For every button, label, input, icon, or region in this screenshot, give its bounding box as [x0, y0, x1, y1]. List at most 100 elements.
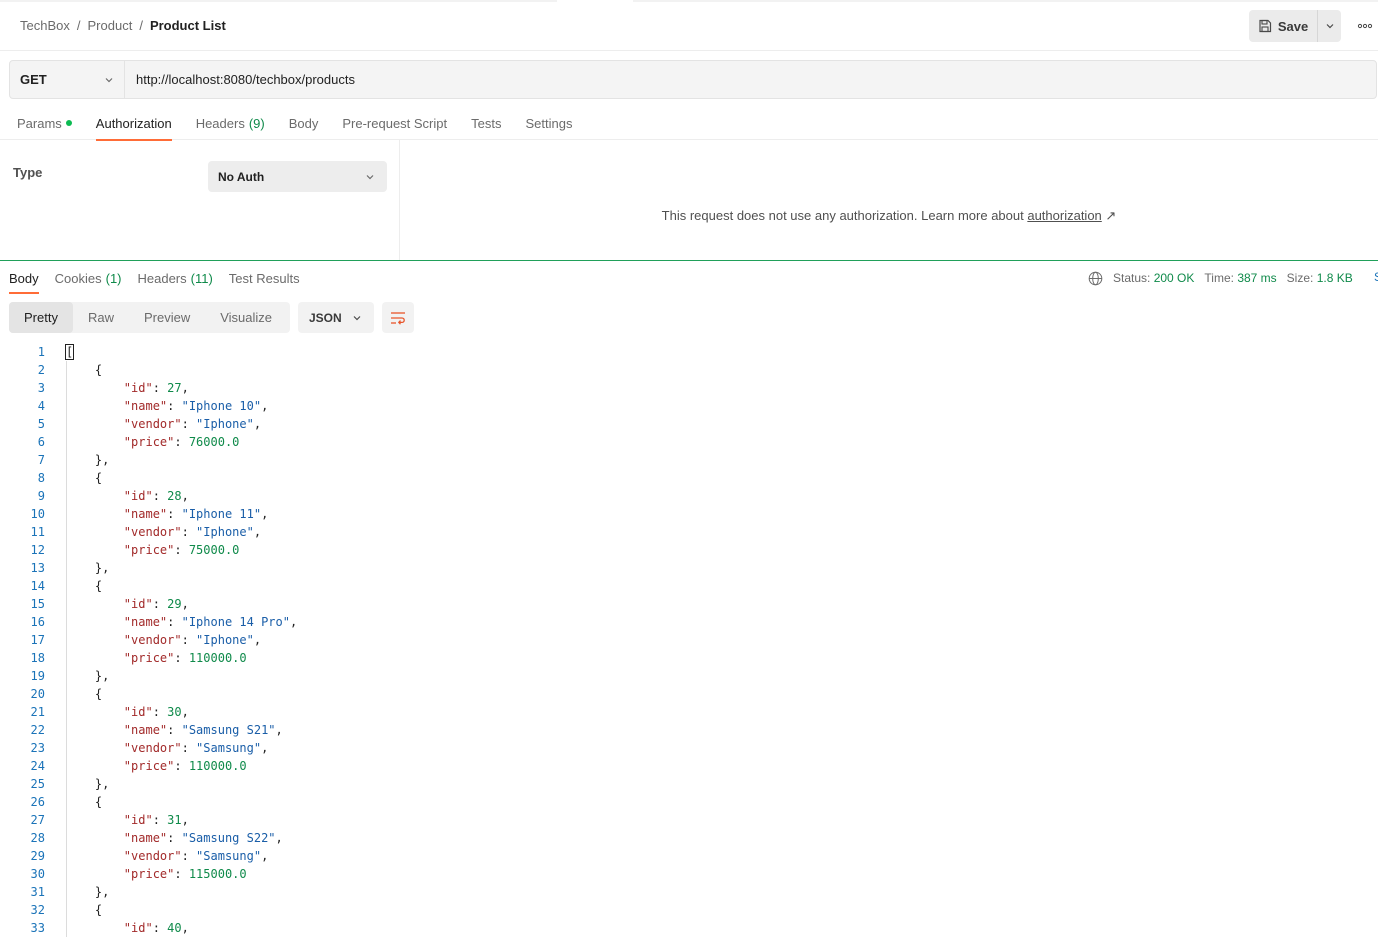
code-line: 7 }, [0, 451, 1378, 469]
tab-tests[interactable]: Tests [471, 106, 501, 140]
json-punctuation: , [253, 417, 262, 431]
active-tab-edge [557, 0, 633, 2]
line-number: 32 [30, 903, 45, 917]
code-line: 26 { [0, 793, 1378, 811]
json-key: "name" [123, 831, 168, 845]
response-body-viewer[interactable]: 1[2 {3 "id": 27, 4 "name": "Iphone 10", 5 … [0, 343, 1378, 947]
json-key: "id" [123, 381, 153, 395]
line-number: 14 [30, 579, 45, 593]
json-number: 28 [167, 489, 182, 503]
json-punctuation: , [181, 597, 189, 611]
time-value: 387 ms [1237, 271, 1277, 285]
code-text: }, [66, 451, 109, 469]
breadcrumb-collection[interactable]: Product [88, 18, 133, 33]
json-punctuation [66, 723, 124, 737]
line-number: 30 [30, 867, 45, 881]
code-line: 22 "name": "Samsung S21", [0, 721, 1378, 739]
code-line: 20 { [0, 685, 1378, 703]
time-info[interactable]: Time: 387 ms [1204, 271, 1276, 285]
line-number: 16 [30, 615, 45, 629]
tab-authorization-label: Authorization [95, 115, 172, 131]
code-text: }, [66, 775, 109, 793]
json-punctuation [66, 759, 124, 773]
format-select[interactable]: JSON [298, 302, 374, 333]
json-punctuation: : [167, 399, 182, 413]
response-tab-cookies[interactable]: Cookies (1) [55, 262, 122, 294]
json-number: 110000.0 [188, 651, 247, 665]
line-number: 21 [30, 705, 45, 719]
code-lines: 1[2 {3 "id": 27, 4 "name": "Iphone 10", 5 … [0, 343, 1378, 937]
auth-info-message: This request does not use any authorizat… [400, 208, 1378, 224]
globe-icon[interactable] [1088, 271, 1103, 286]
json-punctuation: , [275, 831, 283, 845]
breadcrumb-request-name[interactable]: Product List [150, 18, 226, 33]
status-info[interactable]: Status: 200 OK [1113, 271, 1194, 285]
json-punctuation: : [167, 723, 182, 737]
code-text: "price": 76000.0 [66, 433, 240, 451]
json-punctuation: , [275, 723, 283, 737]
tab-body[interactable]: Body [289, 106, 319, 140]
json-key: "price" [123, 867, 175, 881]
view-visualize-button[interactable]: Visualize [205, 302, 287, 333]
code-line: 27 "id": 31, [0, 811, 1378, 829]
code-text: "name": "Iphone 14 Pro", [66, 613, 297, 631]
tab-body-label: Body [288, 115, 319, 131]
request-url-bar: GET [9, 60, 1377, 99]
json-punctuation: : [152, 705, 168, 719]
wrap-lines-button[interactable] [382, 302, 414, 333]
line-number: 12 [30, 543, 45, 557]
save-options-button[interactable] [1317, 10, 1341, 42]
view-preview-button[interactable]: Preview [129, 302, 205, 333]
json-number: 31 [167, 813, 182, 827]
tab-settings[interactable]: Settings [525, 106, 572, 140]
tab-headers[interactable]: Headers (9) [196, 106, 265, 140]
breadcrumb-workspace[interactable]: TechBox [20, 18, 70, 33]
line-number: 20 [30, 687, 45, 701]
json-punctuation [66, 543, 124, 557]
line-number: 11 [30, 525, 45, 539]
tab-headers-count: (9) [248, 115, 265, 131]
method-select[interactable]: GET [10, 61, 125, 98]
tab-pre-request-script[interactable]: Pre-request Script [342, 106, 447, 140]
tab-authorization[interactable]: Authorization [95, 106, 172, 141]
json-punctuation: : [152, 813, 168, 827]
code-line: 29 "vendor": "Samsung", [0, 847, 1378, 865]
auth-type-value: No Auth [218, 169, 265, 184]
json-punctuation: : [152, 921, 168, 935]
code-line: 11 "vendor": "Iphone", [0, 523, 1378, 541]
code-text: "price": 110000.0 [66, 649, 247, 667]
save-button[interactable]: Save [1249, 10, 1317, 42]
code-line: 21 "id": 30, [0, 703, 1378, 721]
response-tab-headers[interactable]: Headers (11) [138, 262, 213, 294]
line-number: 22 [30, 723, 45, 737]
more-options-button[interactable] [1355, 19, 1375, 33]
code-text: { [66, 469, 102, 487]
auth-type-select[interactable]: No Auth [208, 161, 387, 192]
view-pretty-button[interactable]: Pretty [9, 302, 73, 333]
url-input[interactable] [125, 61, 1376, 98]
size-info[interactable]: Size: 1.8 KB [1287, 271, 1353, 285]
code-text: }, [66, 559, 109, 577]
code-line: 5 "vendor": "Iphone", [0, 415, 1378, 433]
format-value: JSON [309, 310, 342, 325]
code-line: 4 "name": "Iphone 10", [0, 397, 1378, 415]
json-punctuation: [ [64, 344, 75, 360]
line-number: 27 [30, 813, 45, 827]
code-line: 10 "name": "Iphone 11", [0, 505, 1378, 523]
save-group: Save [1249, 10, 1341, 42]
view-raw-button[interactable]: Raw [73, 302, 129, 333]
code-text: { [66, 577, 102, 595]
code-text: { [66, 793, 102, 811]
response-tab-test-results[interactable]: Test Results [229, 262, 300, 294]
save-response-link-partial[interactable]: S [1374, 270, 1378, 284]
line-number: 18 [30, 651, 45, 665]
code-text: }, [66, 667, 109, 685]
response-tab-body[interactable]: Body [9, 262, 39, 294]
json-number: 29 [167, 597, 182, 611]
json-punctuation [66, 399, 124, 413]
auth-learn-more-link[interactable]: authorization [1027, 208, 1101, 223]
external-link-icon: ↗ [1105, 208, 1117, 223]
line-number: 31 [30, 885, 45, 899]
tab-params[interactable]: Params [17, 106, 72, 140]
size-label: Size: [1286, 271, 1314, 285]
